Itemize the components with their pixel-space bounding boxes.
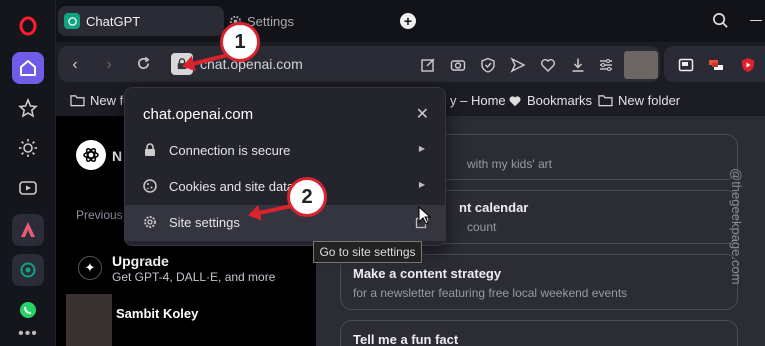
suggestion-title: Make a content strategy	[353, 266, 502, 281]
pinboard-icon[interactable]	[12, 92, 44, 124]
bookmark-home[interactable]: y – Home	[450, 93, 506, 108]
tab-title: ChatGPT	[86, 13, 141, 29]
extension-red-icon[interactable]	[708, 57, 724, 73]
tab-bar: ChatGPT Settings +	[56, 0, 765, 42]
mouse-cursor-icon	[418, 206, 432, 225]
watermark: @thegeekpage.com	[729, 168, 744, 285]
edit-icon[interactable]	[420, 57, 436, 73]
profile-avatar[interactable]	[624, 51, 658, 79]
bookmark-label: y – Home	[450, 93, 506, 108]
new-tab-button[interactable]: +	[400, 13, 416, 29]
suggestion-card-4[interactable]: Tell me a fun fact	[340, 320, 738, 346]
close-icon[interactable]: ✕	[416, 104, 429, 124]
theme-sun-icon[interactable]	[12, 132, 44, 164]
opera-sidebar: •••	[0, 0, 56, 346]
extensions-area	[664, 46, 765, 82]
annotation-marker-2: 2	[287, 177, 327, 217]
sparkle-icon: ✦	[78, 256, 102, 280]
popup-domain: chat.openai.com	[143, 106, 254, 123]
forward-button[interactable]: ›	[100, 56, 118, 74]
camera-icon[interactable]	[450, 57, 466, 73]
upgrade-title[interactable]: Upgrade	[112, 253, 169, 269]
tab-chatgpt[interactable]: ChatGPT	[58, 6, 224, 36]
bookmark-new-folder-2[interactable]: New folder	[598, 93, 680, 108]
bookmark-label: Bookmarks	[527, 93, 593, 108]
opera-logo-icon[interactable]	[12, 10, 44, 42]
suggestion-title: Tell me a fun fact	[353, 332, 459, 346]
chatgpt-favicon-icon	[64, 13, 80, 29]
row-label: Connection is secure	[169, 143, 291, 158]
cookies-site-data-row[interactable]: Cookies and site data ▶	[125, 169, 445, 205]
site-settings-tooltip: Go to site settings	[313, 241, 422, 263]
suggestion-subtitle: for a newsletter featuring free local we…	[353, 286, 628, 300]
send-icon[interactable]	[510, 57, 526, 73]
folder-icon	[70, 95, 85, 107]
connection-secure-row[interactable]: Connection is secure ▶	[125, 133, 445, 169]
heart-icon	[509, 95, 521, 106]
address-bar[interactable]: ‹ › chat.openai.com	[58, 46, 660, 82]
site-info-popup: chat.openai.com ✕ Connection is secure ▶…	[124, 87, 446, 246]
lock-icon	[145, 143, 155, 156]
shield-icon[interactable]	[480, 57, 496, 73]
site-settings-row[interactable]: Site settings	[125, 205, 445, 241]
minimize-button[interactable]	[750, 20, 762, 21]
bookmark-label: New folder	[618, 93, 681, 108]
previous-section-label: Previous	[76, 208, 123, 222]
cookie-icon	[143, 179, 157, 193]
download-icon[interactable]	[570, 57, 586, 73]
user-avatar[interactable]	[66, 294, 112, 346]
row-label: Site settings	[169, 215, 240, 230]
player-icon[interactable]	[12, 172, 44, 204]
home-icon[interactable]	[12, 52, 44, 84]
more-dots-icon[interactable]: •••	[12, 318, 44, 346]
tab-title: Settings	[247, 13, 294, 29]
user-name[interactable]: Sambit Koley	[116, 306, 198, 321]
heart-icon[interactable]	[540, 57, 556, 73]
aria-icon[interactable]	[12, 214, 44, 246]
gear-icon	[144, 216, 156, 228]
new-chat-button[interactable]: N	[112, 148, 122, 164]
reload-button[interactable]	[134, 56, 152, 74]
tab-search-icon[interactable]	[712, 12, 729, 34]
folder-icon	[598, 95, 613, 107]
suggestion-title: nt calendar	[459, 200, 529, 215]
chatgpt-logo-icon[interactable]	[76, 140, 106, 170]
suggestion-subtitle: with my kids' art	[467, 157, 552, 171]
easy-setup-icon[interactable]	[598, 57, 614, 73]
extension-shield-icon[interactable]	[740, 57, 756, 73]
annotation-marker-1: 1	[220, 22, 260, 62]
bookmark-bookmarks[interactable]: Bookmarks	[508, 93, 592, 108]
row-label: Cookies and site data	[169, 179, 295, 194]
suggestion-subtitle: count	[467, 220, 497, 234]
chevron-right-icon: ▶	[418, 144, 425, 153]
bookmark-new-folder-1[interactable]: New fo	[70, 93, 130, 108]
address-row: ‹ › chat.openai.com	[56, 42, 765, 86]
back-button[interactable]: ‹	[66, 56, 84, 74]
chevron-right-icon: ▶	[418, 180, 425, 189]
upgrade-subtitle: Get GPT-4, DALL·E, and more	[112, 270, 276, 284]
snapshot-icon[interactable]	[678, 57, 694, 73]
chatgpt-sidebar-icon[interactable]	[12, 254, 44, 286]
